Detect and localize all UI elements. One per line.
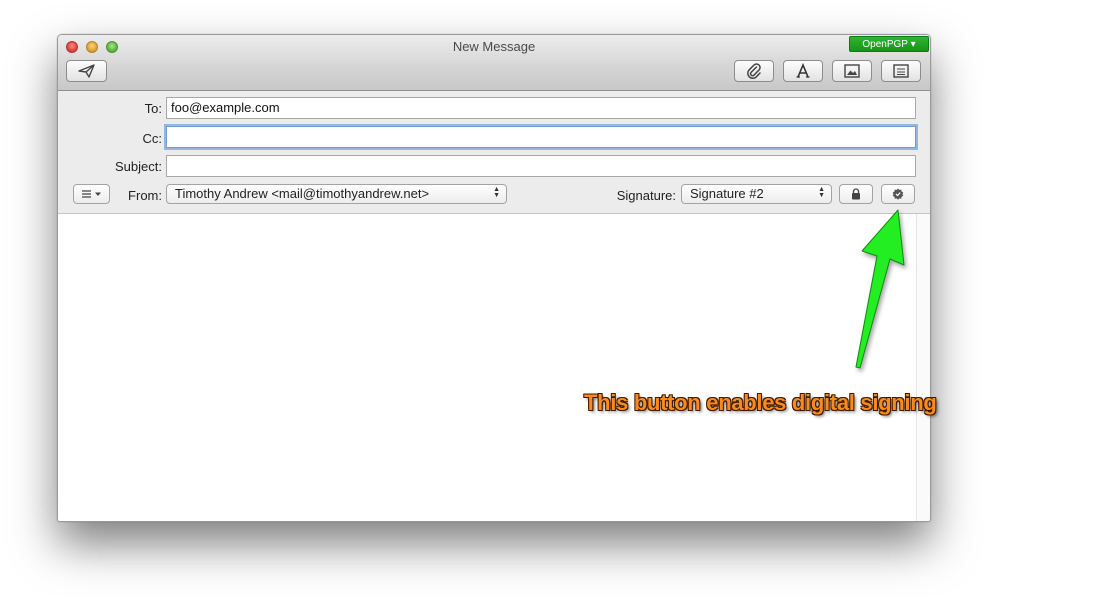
encrypt-button[interactable] xyxy=(839,184,873,204)
compose-window: New Message OpenPGP ▾ To: foo@example.co… xyxy=(57,34,931,522)
annotation-caption: This button enables digital signing xyxy=(584,390,937,415)
stationery-button[interactable] xyxy=(881,60,921,82)
header-options-icon xyxy=(81,190,101,198)
stationery-icon xyxy=(893,64,909,78)
signature-label: Signature: xyxy=(616,188,676,203)
signature-select-value: Signature #2 xyxy=(690,186,764,201)
message-body[interactable] xyxy=(58,214,916,521)
cc-field[interactable] xyxy=(166,126,916,148)
photo-browser-button[interactable] xyxy=(832,60,872,82)
attach-button[interactable] xyxy=(734,60,774,82)
sign-button[interactable] xyxy=(881,184,915,204)
subject-label: Subject: xyxy=(115,159,162,174)
openpgp-menu-button[interactable]: OpenPGP ▾ xyxy=(849,36,929,52)
format-button[interactable] xyxy=(783,60,823,82)
send-button[interactable] xyxy=(66,60,107,82)
title-bar: New Message OpenPGP ▾ xyxy=(58,35,930,91)
photo-browser-icon xyxy=(844,64,860,78)
format-icon xyxy=(796,63,810,78)
cc-label: Cc: xyxy=(142,131,163,146)
header-options-button[interactable] xyxy=(73,184,110,204)
signature-select[interactable]: Signature #2 ▲ ▼ xyxy=(681,184,832,204)
to-field[interactable]: foo@example.com xyxy=(166,97,916,119)
subject-field[interactable] xyxy=(166,155,916,177)
from-label: From: xyxy=(128,188,162,203)
from-select-value: Timothy Andrew <mail@timothyandrew.net> xyxy=(175,186,430,201)
from-select[interactable]: Timothy Andrew <mail@timothyandrew.net> … xyxy=(166,184,507,204)
lock-icon xyxy=(852,188,860,200)
send-icon xyxy=(77,64,95,78)
sign-seal-icon xyxy=(892,188,904,200)
annotation-arrow xyxy=(855,209,905,369)
paperclip-icon xyxy=(747,63,761,79)
window-title: New Message xyxy=(452,39,536,54)
select-arrows-icon: ▲ ▼ xyxy=(493,186,500,199)
message-header-fields: To: foo@example.com Cc: Subject: From: T… xyxy=(58,91,930,214)
select-arrows-icon: ▲ ▼ xyxy=(818,186,825,199)
to-label: To: xyxy=(144,101,162,116)
